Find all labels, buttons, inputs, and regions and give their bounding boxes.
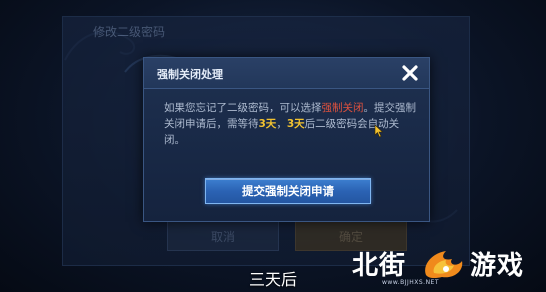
days-highlight: 3天 <box>258 118 277 130</box>
watermark-text-right: 游戏 <box>470 251 525 281</box>
close-icon[interactable] <box>399 62 421 84</box>
game-screen: 修改二级密码 取消 确定 强制关闭处理 如果您忘记了二级密码，可以选择强制关闭。… <box>0 0 546 292</box>
mouse-cursor-icon <box>374 124 384 138</box>
force-close-dialog: 强制关闭处理 如果您忘记了二级密码，可以选择强制关闭。提交强制关闭申请后，需等待… <box>143 57 430 222</box>
message-text: 如果您忘记了二级密码，可以选择 <box>164 102 322 114</box>
dialog-title: 强制关闭处理 <box>157 68 223 81</box>
panel-title: 修改二级密码 <box>93 25 166 39</box>
force-close-highlight: 强制关闭 <box>321 102 364 114</box>
message-text: ， <box>276 118 287 130</box>
submit-force-close-button[interactable]: 提交强制关闭申请 <box>205 178 371 204</box>
cancel-button[interactable]: 取消 <box>167 221 279 251</box>
days-highlight: 3天 <box>286 118 305 130</box>
site-watermark-logo: 北街 游戏 www.BJJHXS.NET <box>352 245 540 290</box>
flame-logo-icon <box>425 251 463 279</box>
watermark-url: www.BJJHXS.NET <box>382 279 440 286</box>
watermark-text-left: 北街 <box>352 251 407 281</box>
dialog-header: 强制关闭处理 <box>144 58 429 89</box>
